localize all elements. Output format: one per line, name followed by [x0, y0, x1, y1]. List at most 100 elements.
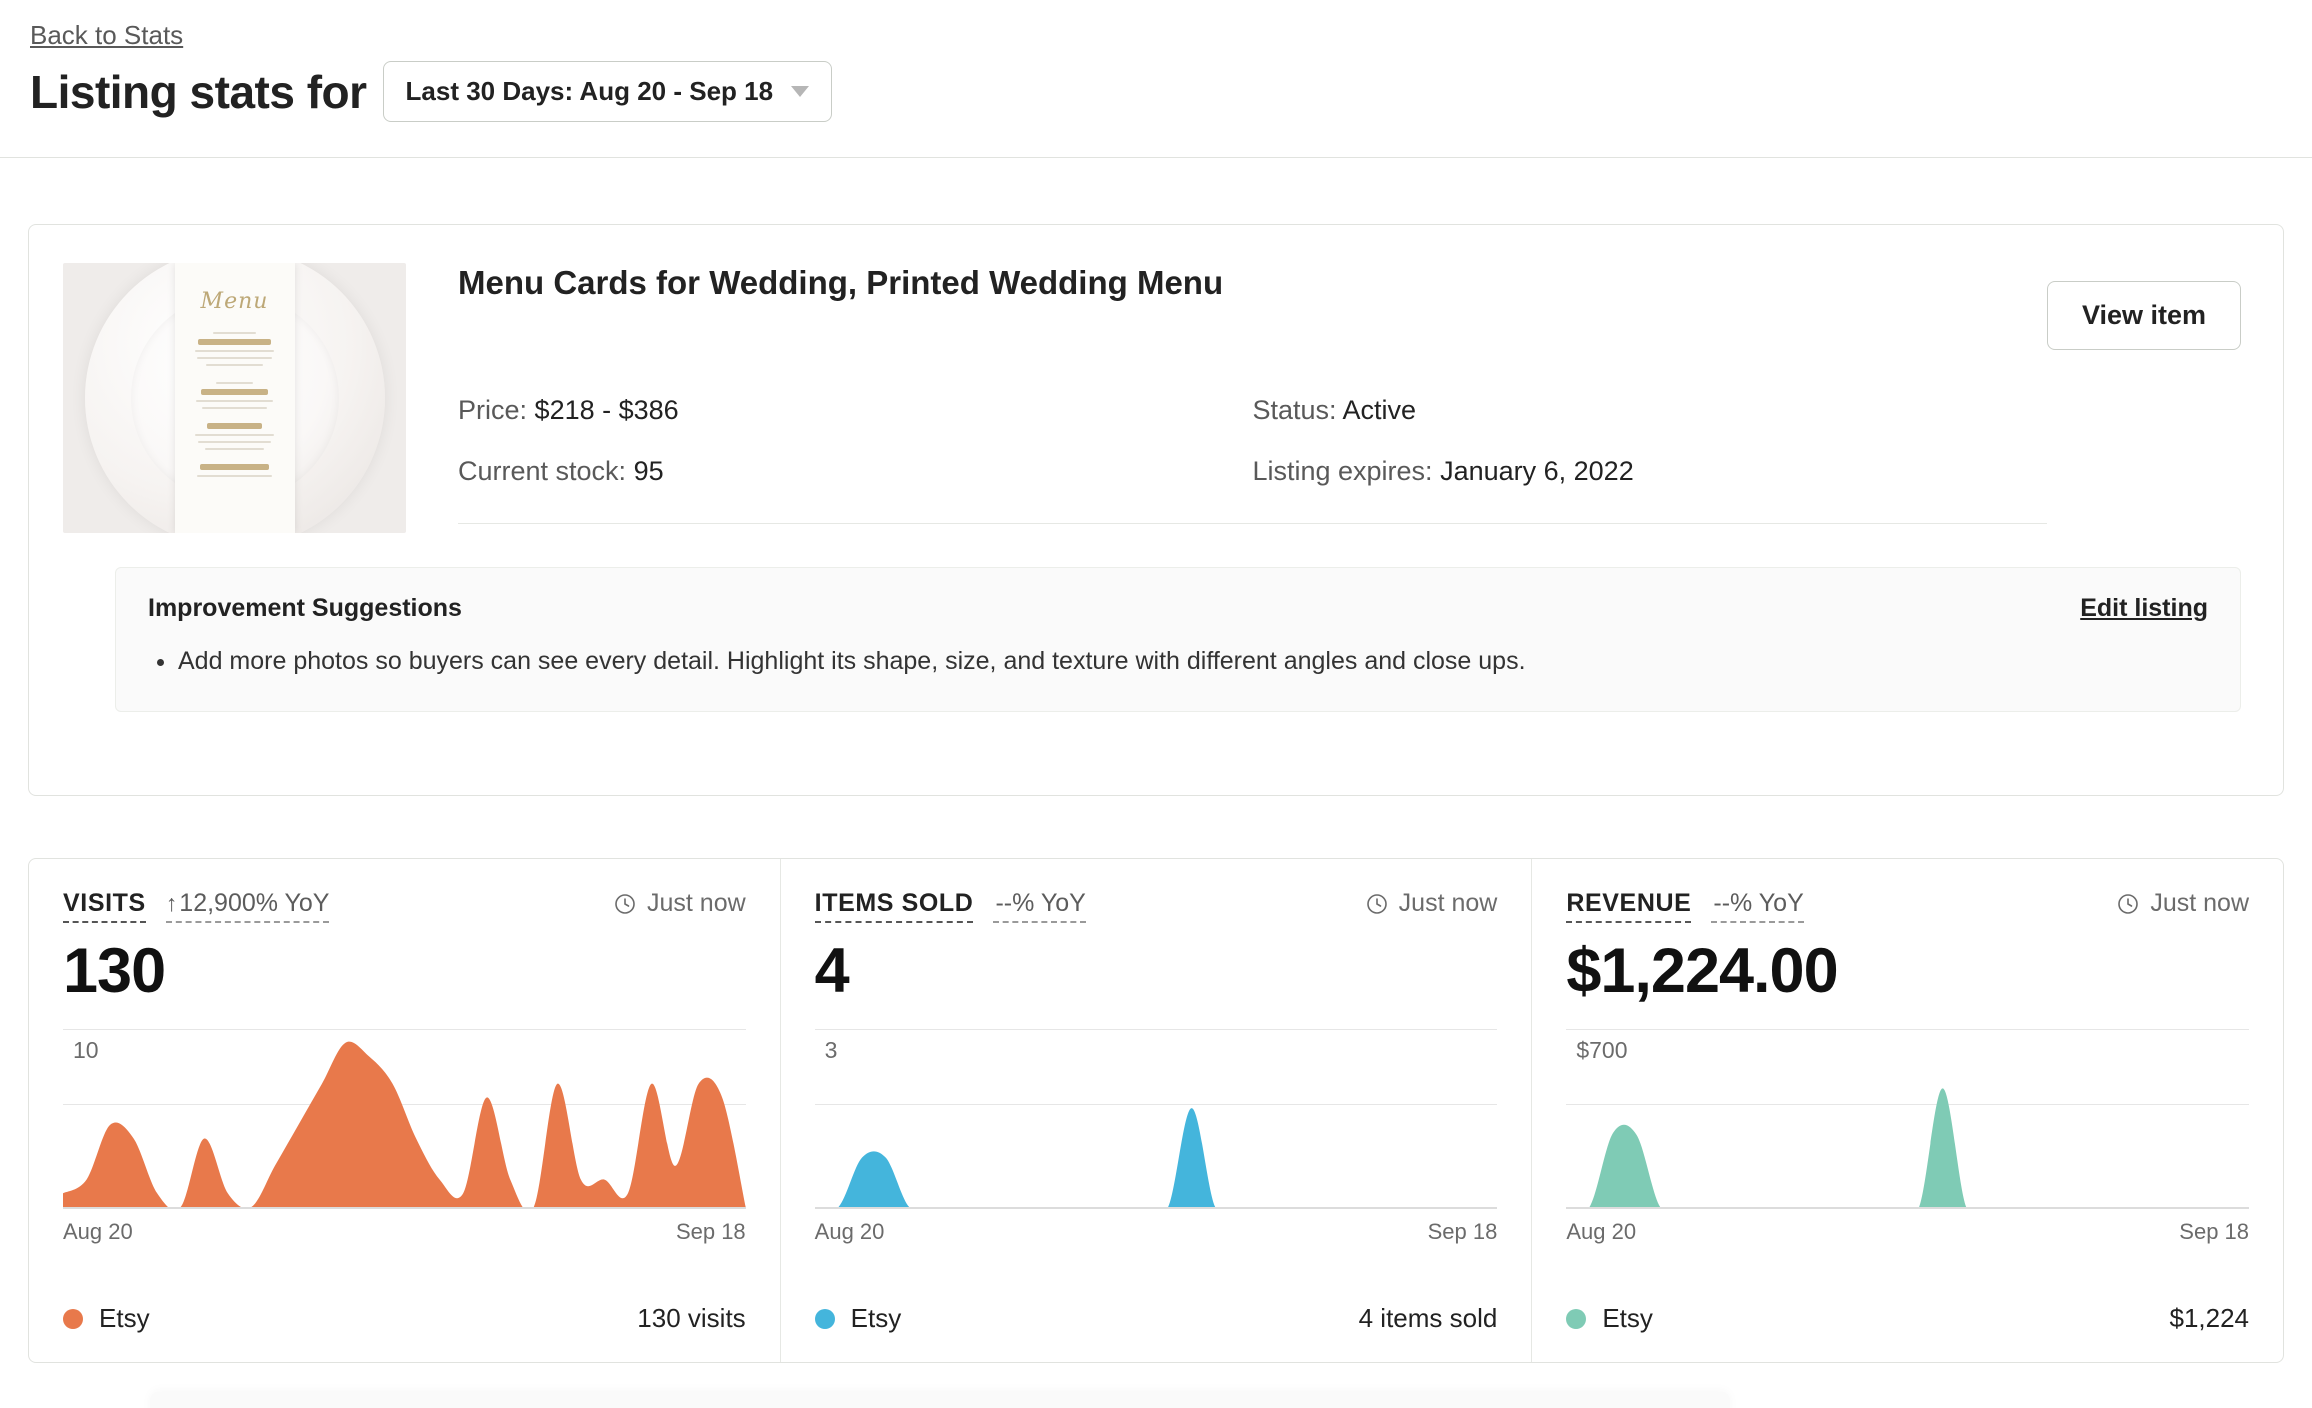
suggestions-header: Improvement Suggestions Edit listing: [148, 594, 2208, 623]
legend-value-visits: 130 visits: [637, 1303, 745, 1334]
legend-entry-items-sold: Etsy: [815, 1303, 902, 1334]
x-end-visits: Sep 18: [676, 1219, 746, 1245]
stat-value-items-sold: 4: [815, 935, 1498, 1007]
status-row: Status: Active: [1252, 395, 2046, 426]
gridline-base: [63, 1207, 746, 1209]
gridline-base: [1566, 1207, 2249, 1209]
listing-thumbnail[interactable]: Menu: [63, 263, 406, 533]
x-axis-visits: Aug 20 Sep 18: [63, 1219, 746, 1245]
legend-name-items-sold: Etsy: [851, 1303, 902, 1334]
chart-items-sold: 3: [815, 1029, 1498, 1209]
price-label: Price:: [458, 395, 527, 425]
listing-stats-page: Back to Stats Listing stats for Last 30 …: [0, 0, 2312, 1408]
clock-icon: [613, 892, 637, 916]
page-header: Back to Stats Listing stats for Last 30 …: [0, 0, 2312, 158]
chevron-down-icon: [791, 86, 809, 97]
chart-area-items-sold: [815, 1029, 1498, 1207]
x-end-revenue: Sep 18: [2179, 1219, 2249, 1245]
listing-details: Menu Cards for Wedding, Printed Wedding …: [406, 263, 2047, 533]
legend-color-dot: [815, 1309, 835, 1329]
stat-yoy-value-visits: 12,900% YoY: [179, 889, 329, 918]
legend-color-dot: [1566, 1309, 1586, 1329]
stat-yoy-visits[interactable]: ↑ 12,900% YoY: [166, 889, 330, 923]
thumbnail-image: Menu: [63, 263, 406, 533]
legend-visits: Etsy 130 visits: [63, 1303, 746, 1334]
price-row: Price: $218 - $386: [458, 395, 1252, 426]
updated-revenue: Just now: [2116, 889, 2249, 918]
x-axis-items-sold: Aug 20 Sep 18: [815, 1219, 1498, 1245]
chart-area-visits: [63, 1029, 746, 1207]
stat-yoy-items-sold[interactable]: --% YoY: [993, 889, 1085, 923]
next-card-peek: [150, 1392, 1730, 1408]
chart-series-path: [815, 1108, 1498, 1207]
legend-name-visits: Etsy: [99, 1303, 150, 1334]
chart-revenue: $700: [1566, 1029, 2249, 1209]
stat-label-revenue[interactable]: REVENUE: [1566, 889, 1691, 923]
title-row: Listing stats for Last 30 Days: Aug 20 -…: [30, 61, 2282, 122]
menu-card-shape: Menu: [175, 263, 295, 533]
date-range-select[interactable]: Last 30 Days: Aug 20 - Sep 18: [383, 61, 833, 122]
stock-label: Current stock:: [458, 456, 626, 486]
updated-text-revenue: Just now: [2150, 889, 2249, 918]
expires-row: Listing expires: January 6, 2022: [1252, 456, 2046, 487]
x-start-visits: Aug 20: [63, 1219, 133, 1245]
legend-name-revenue: Etsy: [1602, 1303, 1653, 1334]
chart-area-revenue: [1566, 1029, 2249, 1207]
menu-script-text: Menu: [175, 289, 295, 314]
stat-value-visits: 130: [63, 935, 746, 1007]
stock-row: Current stock: 95: [458, 456, 1252, 487]
stat-label-visits[interactable]: VISITS: [63, 889, 146, 923]
menu-card-lines: [175, 332, 295, 477]
stat-yoy-value-revenue: --% YoY: [1713, 889, 1803, 918]
page-title: Listing stats for: [30, 65, 367, 119]
edit-listing-link[interactable]: Edit listing: [2080, 594, 2208, 623]
legend-value-revenue: $1,224: [2169, 1303, 2249, 1334]
updated-text-items-sold: Just now: [1399, 889, 1498, 918]
gridline-base: [815, 1207, 1498, 1209]
clock-icon: [1365, 892, 1389, 916]
stat-value-revenue: $1,224.00: [1566, 935, 2249, 1007]
date-range-value: Last 30 Days: Aug 20 - Sep 18: [406, 76, 774, 107]
updated-text-visits: Just now: [647, 889, 746, 918]
listing-card: Menu: [28, 224, 2284, 796]
list-item: Add more photos so buyers can see every …: [178, 643, 2208, 681]
x-end-items-sold: Sep 18: [1428, 1219, 1498, 1245]
x-start-items-sold: Aug 20: [815, 1219, 885, 1245]
clock-icon: [2116, 892, 2140, 916]
stat-label-items-sold[interactable]: ITEMS SOLD: [815, 889, 974, 923]
legend-entry-visits: Etsy: [63, 1303, 150, 1334]
arrow-up-icon: ↑: [166, 892, 178, 915]
stat-yoy-revenue[interactable]: --% YoY: [1711, 889, 1803, 923]
legend-items-sold: Etsy 4 items sold: [815, 1303, 1498, 1334]
status-label: Status:: [1252, 395, 1336, 425]
legend-revenue: Etsy $1,224: [1566, 1303, 2249, 1334]
suggestions-title: Improvement Suggestions: [148, 594, 462, 623]
stat-yoy-value-items-sold: --% YoY: [995, 889, 1085, 918]
listing-title: Menu Cards for Wedding, Printed Wedding …: [458, 263, 2047, 303]
stat-panel-visits: VISITS ↑ 12,900% YoY Just now 130 10: [29, 859, 780, 1362]
updated-visits: Just now: [613, 889, 746, 918]
listing-summary: Menu: [29, 225, 2283, 533]
legend-color-dot: [63, 1309, 83, 1329]
x-axis-revenue: Aug 20 Sep 18: [1566, 1219, 2249, 1245]
chart-series-path: [63, 1042, 746, 1207]
legend-entry-revenue: Etsy: [1566, 1303, 1653, 1334]
status-value: Active: [1343, 395, 1417, 425]
stock-value: 95: [634, 456, 664, 486]
chart-visits: 10: [63, 1029, 746, 1209]
updated-items-sold: Just now: [1365, 889, 1498, 918]
legend-value-items-sold: 4 items sold: [1359, 1303, 1498, 1334]
back-to-stats-link[interactable]: Back to Stats: [30, 20, 183, 51]
expires-label: Listing expires:: [1252, 456, 1432, 486]
stats-card: VISITS ↑ 12,900% YoY Just now 130 10: [28, 858, 2284, 1363]
chart-series-path: [1566, 1088, 2249, 1207]
price-value: $218 - $386: [535, 395, 679, 425]
suggestions-list: Add more photos so buyers can see every …: [148, 643, 2208, 681]
expires-value: January 6, 2022: [1440, 456, 1634, 486]
x-start-revenue: Aug 20: [1566, 1219, 1636, 1245]
stat-panel-items-sold: ITEMS SOLD --% YoY Just now 4 3: [780, 859, 1532, 1362]
improvement-suggestions-panel: Improvement Suggestions Edit listing Add…: [115, 567, 2241, 712]
listing-meta: Price: $218 - $386 Status: Active Curren…: [458, 395, 2047, 524]
view-item-button[interactable]: View item: [2047, 281, 2241, 350]
stat-panel-revenue: REVENUE --% YoY Just now $1,224.00 $700: [1531, 859, 2283, 1362]
